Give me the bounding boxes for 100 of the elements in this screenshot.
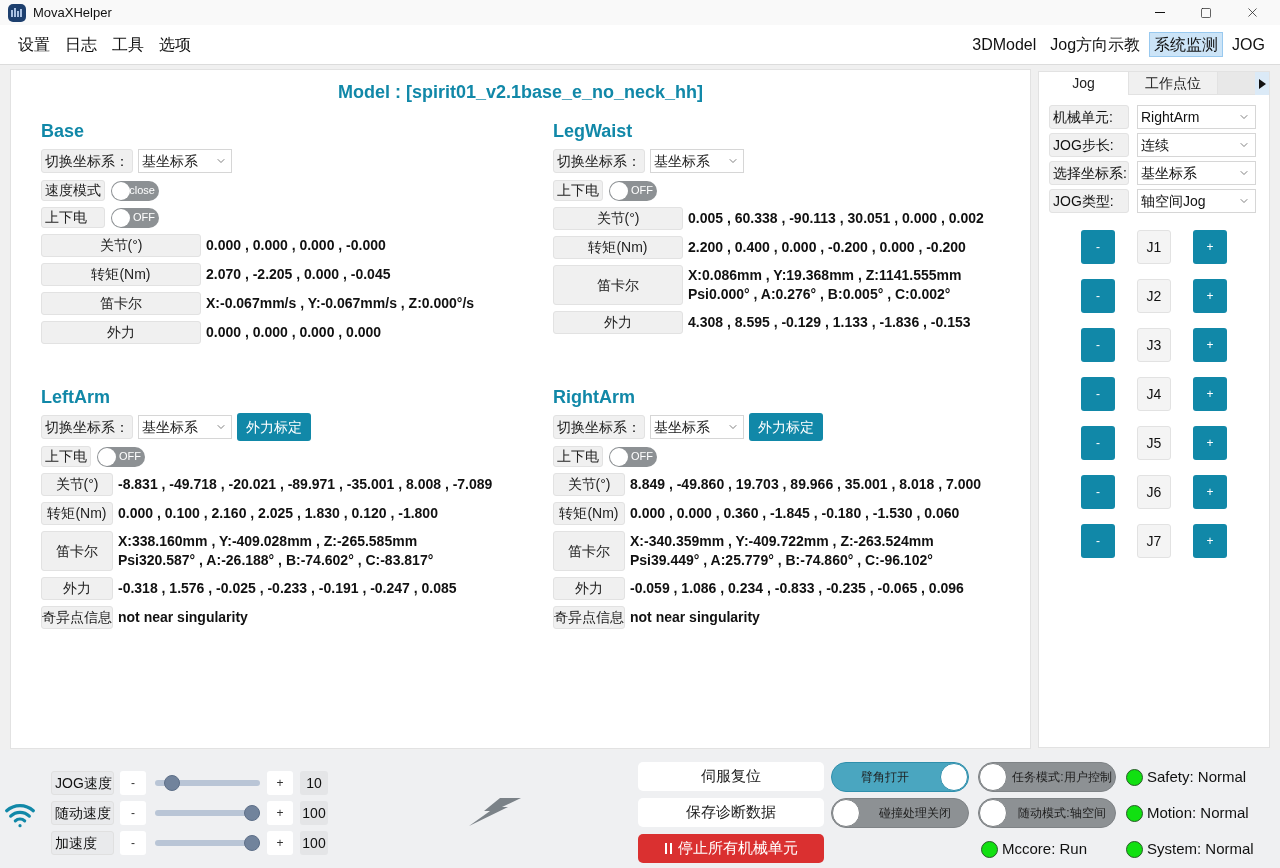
frame-dropdown[interactable]: 基坐标系 xyxy=(138,415,232,439)
reading-label: 关节(°) xyxy=(553,473,625,496)
dropdown[interactable]: 连续 xyxy=(1137,133,1256,157)
reading-label: 转矩(Nm) xyxy=(41,502,113,525)
reading-value: 0.000 , 0.100 , 2.160 , 2.025 , 1.830 , 0.120 , -1.800 xyxy=(118,504,438,523)
joint-label: J3 xyxy=(1137,328,1171,362)
reading-label: 奇异点信息 xyxy=(553,606,625,629)
decrease-button[interactable]: - xyxy=(120,771,146,795)
jog-minus-button[interactable]: - xyxy=(1081,475,1115,509)
reading-label: 关节(°) xyxy=(41,473,113,496)
calibrate-button[interactable]: 外力标定 xyxy=(237,413,311,441)
jog-minus-button[interactable]: - xyxy=(1081,426,1115,460)
frame-dropdown[interactable]: 基坐标系 xyxy=(650,149,744,173)
speed-value: 100 xyxy=(300,831,328,855)
speed-value: 100 xyxy=(300,801,328,825)
reading-value: X:338.160mm , Y:-409.028mm , Z:-265.585mm Psi320.587° , A:-26.188° , B:-74.602° , C:-83.817° xyxy=(118,532,434,570)
reading-value: X:-340.359mm , Y:-409.722mm , Z:-263.524mm Psi39.449° , A:25.779° , B:-74.860° , C:-96.102° xyxy=(630,532,934,570)
field-label: 选择坐标系: xyxy=(1049,161,1129,185)
reading-label: 笛卡尔 xyxy=(553,265,683,305)
reading-value: -0.318 , 1.576 , -0.025 , -0.233 , -0.191 , -0.247 , 0.085 xyxy=(118,579,457,598)
menu-item[interactable]: 选项 xyxy=(159,32,191,57)
reading-value: 0.005 , 60.338 , -90.113 , 30.051 , 0.000 , 0.002 xyxy=(688,209,984,228)
stop-button[interactable]: 停止所有机械单元 xyxy=(638,834,824,863)
jog-plus-button[interactable]: + xyxy=(1193,328,1227,362)
joint-label: J4 xyxy=(1137,377,1171,411)
slider-thumb[interactable] xyxy=(244,805,260,821)
calibrate-button[interactable]: 外力标定 xyxy=(749,413,823,441)
decrease-button[interactable]: - xyxy=(120,801,146,825)
switch-label: 上下电 xyxy=(553,446,603,467)
section-title: LeftArm xyxy=(41,386,110,408)
model-title: Model : [spirit01_v2.1base_e_no_neck_hh] xyxy=(337,81,704,104)
speed-label: 加速度 xyxy=(51,831,114,855)
slider-thumb[interactable] xyxy=(163,775,180,791)
menu-item[interactable]: 工具 xyxy=(112,32,144,57)
reading-value: -8.831 , -49.718 , -20.021 , -89.971 , -35.001 , 8.008 , -7.089 xyxy=(118,475,493,494)
reading-value: 0.000 , 0.000 , 0.000 , 0.000 xyxy=(206,323,382,342)
frame-dropdown[interactable]: 基坐标系 xyxy=(650,415,744,439)
increase-button[interactable]: + xyxy=(267,801,293,825)
tab-scroll-button[interactable] xyxy=(1255,72,1269,95)
reading-value: 4.308 , 8.595 , -0.129 , 1.133 , -1.836 , -0.153 xyxy=(688,313,971,332)
action-button[interactable]: 伺服复位 xyxy=(638,762,824,791)
field-label: JOG类型: xyxy=(1049,189,1129,213)
joint-label: J5 xyxy=(1137,426,1171,460)
jog-plus-button[interactable]: + xyxy=(1193,377,1227,411)
panel-tab[interactable]: 工作点位 xyxy=(1128,72,1217,95)
jog-plus-button[interactable]: + xyxy=(1193,279,1227,313)
switch-label: 上下电 xyxy=(41,207,105,228)
jog-minus-button[interactable]: - xyxy=(1081,377,1115,411)
jog-minus-button[interactable]: - xyxy=(1081,328,1115,362)
reading-label: 外力 xyxy=(553,577,625,600)
section-title: RightArm xyxy=(553,386,635,408)
jog-plus-button[interactable]: + xyxy=(1193,475,1227,509)
jog-minus-button[interactable]: - xyxy=(1081,230,1115,264)
reading-value: -0.059 , 1.086 , 0.234 , -0.833 , -0.235 , -0.065 , 0.096 xyxy=(630,579,964,598)
menu-item[interactable]: 日志 xyxy=(65,32,97,57)
dropdown[interactable]: RightArm xyxy=(1137,105,1256,129)
speed-label: JOG速度 xyxy=(51,771,114,795)
action-button[interactable]: 保存诊断数据 xyxy=(638,798,824,827)
reading-value: X:0.086mm , Y:19.368mm , Z:1141.555mm Psi0.000° , A:0.276° , B:0.005° , C:0.002° xyxy=(688,266,962,304)
slider-thumb[interactable] xyxy=(244,835,260,851)
toggle-switch[interactable]: 臂角打开 xyxy=(831,762,969,792)
reading-label: 笛卡尔 xyxy=(41,531,113,571)
toggle-switch[interactable]: 随动模式:轴空间 xyxy=(978,798,1116,828)
reading-label: 转矩(Nm) xyxy=(41,263,201,286)
toggle-switch[interactable]: 碰撞处理关闭 xyxy=(831,798,969,828)
field-label: 切换坐标系： xyxy=(553,415,645,439)
jog-plus-button[interactable]: + xyxy=(1193,524,1227,558)
reading-label: 奇异点信息 xyxy=(41,606,113,629)
panel-tab[interactable]: Jog xyxy=(1039,72,1128,95)
view-tab[interactable]: 系统监测 xyxy=(1149,32,1224,57)
jog-plus-button[interactable]: + xyxy=(1193,426,1227,460)
dropdown[interactable]: 轴空间Jog xyxy=(1137,189,1256,213)
reading-label: 转矩(Nm) xyxy=(553,502,625,525)
menu-item[interactable]: 设置 xyxy=(18,32,50,57)
increase-button[interactable]: + xyxy=(267,771,293,795)
speed-label: 随动速度 xyxy=(51,801,114,825)
status-text: System: Normal xyxy=(1147,838,1254,859)
jog-minus-button[interactable]: - xyxy=(1081,279,1115,313)
toggle-switch[interactable]: 任务模式:用户控制 xyxy=(978,762,1116,792)
pause-icon xyxy=(664,843,672,854)
speed-value: 10 xyxy=(300,771,328,795)
frame-dropdown[interactable]: 基坐标系 xyxy=(138,149,232,173)
joint-label: J6 xyxy=(1137,475,1171,509)
minimize-icon xyxy=(1155,12,1165,13)
view-tab[interactable]: JOG xyxy=(1227,32,1270,57)
section-title: Base xyxy=(41,120,85,142)
joint-label: J1 xyxy=(1137,230,1171,264)
decrease-button[interactable]: - xyxy=(120,831,146,855)
reading-label: 关节(°) xyxy=(553,207,683,230)
play-triangle-icon xyxy=(1258,78,1266,89)
view-tab[interactable]: Jog方向示教 xyxy=(1045,32,1146,57)
jog-plus-button[interactable]: + xyxy=(1193,230,1227,264)
view-tab[interactable]: 3DModel xyxy=(967,32,1042,57)
reading-value: not near singularity xyxy=(630,608,760,627)
reading-value: 8.849 , -49.860 , 19.703 , 89.966 , 35.001 , 8.018 , 7.000 xyxy=(630,475,982,494)
dropdown[interactable]: 基坐标系 xyxy=(1137,161,1256,185)
reading-label: 外力 xyxy=(41,321,201,344)
increase-button[interactable]: + xyxy=(267,831,293,855)
jog-minus-button[interactable]: - xyxy=(1081,524,1115,558)
window-title: MovaXHelper xyxy=(33,3,112,22)
